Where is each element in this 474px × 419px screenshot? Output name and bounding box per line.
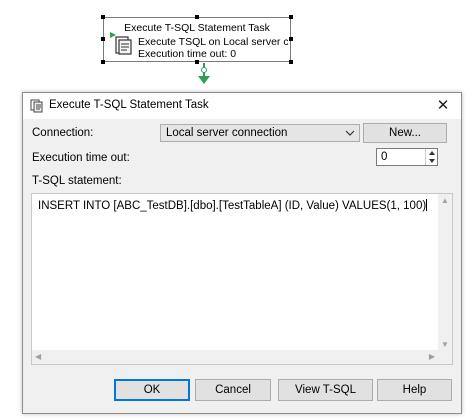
scroll-up-icon[interactable]: ▲ [441, 196, 449, 205]
help-button[interactable]: Help [377, 379, 452, 401]
dialog-titlebar[interactable]: Execute T-SQL Statement Task ✕ [23, 93, 461, 119]
tsql-task-icon [110, 32, 132, 55]
cancel-button[interactable]: Cancel [195, 379, 271, 401]
new-connection-button[interactable]: New... [363, 123, 447, 143]
spinner-buttons [425, 149, 437, 165]
view-tsql-button[interactable]: View T-SQL [278, 379, 373, 401]
close-button[interactable]: ✕ [431, 96, 455, 116]
statement-label: T-SQL statement: [32, 175, 122, 187]
tsql-statement-textarea[interactable]: INSERT INTO [ABC_TestDB].[dbo].[TestTabl… [31, 193, 453, 365]
scroll-corner [438, 350, 452, 364]
resize-handle-se[interactable] [289, 60, 293, 64]
task-description-line2: Execution time out: 0 [138, 48, 237, 60]
tsql-task-dialog: Execute T-SQL Statement Task ✕ Connectio… [22, 92, 462, 414]
vertical-scrollbar[interactable]: ▲ ▼ [438, 194, 452, 351]
task-description-line1: Execute TSQL on Local server cor [138, 36, 288, 48]
chevron-down-icon [345, 130, 355, 136]
spin-down-icon[interactable] [426, 157, 438, 165]
scroll-down-icon[interactable]: ▼ [441, 340, 449, 349]
text-caret [426, 199, 428, 211]
resize-handle-sw[interactable] [101, 60, 105, 64]
connection-dropdown[interactable]: Local server connection [160, 124, 360, 142]
scroll-left-icon[interactable]: ◀ [35, 352, 41, 361]
precedence-arrow-icon[interactable] [198, 76, 210, 84]
resize-handle-ne[interactable] [289, 15, 293, 19]
timeout-value: 0 [381, 151, 388, 163]
resize-handle-w[interactable] [101, 37, 105, 41]
timeout-label: Execution time out: [32, 152, 130, 164]
spin-up-icon[interactable] [426, 149, 438, 157]
resize-handle-s[interactable] [195, 60, 199, 64]
precedence-connector-dot[interactable] [201, 67, 207, 73]
connection-dropdown-value: Local server connection [166, 127, 288, 139]
tsql-statement-value: INSERT INTO [ABC_TestDB].[dbo].[TestTabl… [38, 200, 427, 212]
task-component-box[interactable]: Execute T-SQL Statement Task Execute TSQ… [101, 15, 293, 64]
resize-handle-nw[interactable] [101, 15, 105, 19]
connection-label: Connection: [32, 127, 94, 139]
timeout-spinner[interactable]: 0 [376, 148, 438, 166]
ok-button[interactable]: OK [114, 379, 190, 401]
resize-handle-n[interactable] [195, 15, 199, 19]
horizontal-scrollbar[interactable]: ◀ ▶ [32, 350, 438, 364]
scroll-right-icon[interactable]: ▶ [429, 352, 435, 361]
dialog-title: Execute T-SQL Statement Task [49, 99, 209, 111]
task-description: Execute TSQL on Local server cor Executi… [138, 36, 288, 60]
close-icon: ✕ [436, 97, 450, 114]
tsql-statement-text: INSERT INTO [ABC_TestDB].[dbo].[TestTabl… [38, 199, 428, 212]
resize-handle-e[interactable] [289, 37, 293, 41]
tsql-task-small-icon [30, 99, 43, 113]
